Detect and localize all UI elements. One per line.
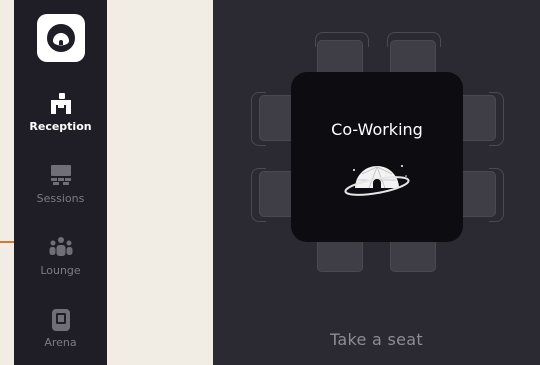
people-group-icon: [48, 236, 74, 260]
sidebar-item-sessions[interactable]: Sessions: [14, 164, 107, 224]
sidebar-item-reception[interactable]: Reception: [14, 92, 107, 152]
reception-desk-icon: [48, 92, 74, 116]
page: Reception Sessions Lounge Arena Co-Worki…: [0, 0, 540, 365]
sidebar-item-label: Lounge: [40, 264, 81, 277]
sidebar-item-label: Arena: [44, 336, 77, 349]
logo-icon: [47, 24, 75, 52]
sidebar-item-label: Sessions: [36, 192, 85, 205]
arena-screen-icon: [48, 308, 74, 332]
coworking-room: Co-Working Take a seat: [213, 0, 540, 365]
sidebar-item-label: Reception: [29, 120, 92, 133]
take-seat-label[interactable]: Take a seat: [213, 330, 540, 349]
table[interactable]: Co-Working: [291, 72, 463, 242]
sidebar: Reception Sessions Lounge Arena: [14, 0, 107, 365]
stage-icon: [48, 164, 74, 188]
dome-planet-icon: [344, 165, 410, 196]
sidebar-item-lounge[interactable]: Lounge: [14, 236, 107, 296]
table-title: Co-Working: [331, 120, 423, 139]
sidebar-item-arena[interactable]: Arena: [14, 308, 107, 365]
app-logo[interactable]: [37, 14, 85, 62]
